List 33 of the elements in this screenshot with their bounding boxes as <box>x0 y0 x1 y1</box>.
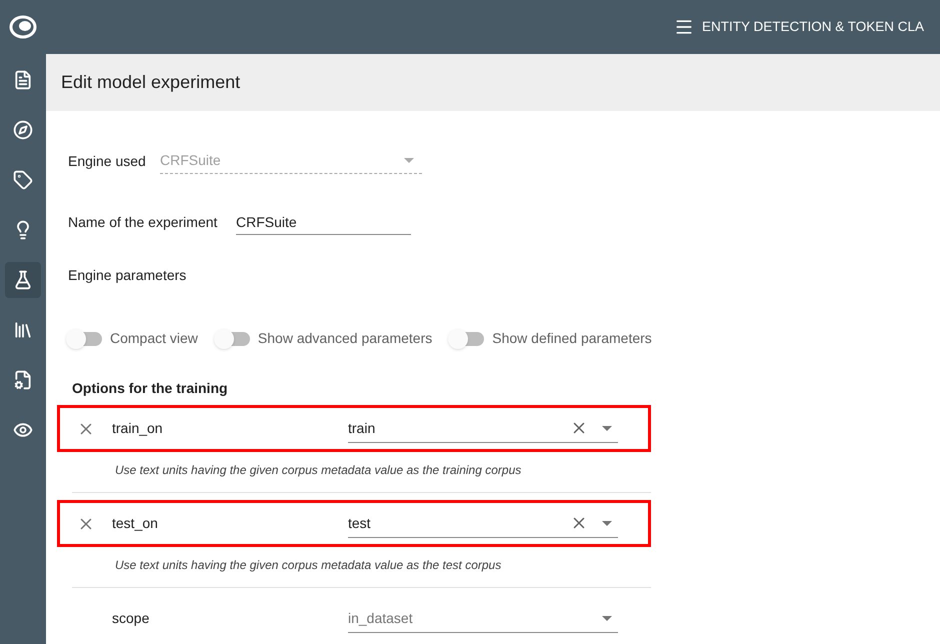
section-title: Options for the training <box>72 379 229 398</box>
toggle-label: Show advanced parameters <box>258 329 432 348</box>
parameter-select[interactable]: test <box>348 510 618 538</box>
caret-icon <box>602 520 612 526</box>
parameter-description: Use text units having the given corpus metadata value as the training corpus <box>115 463 522 477</box>
parameter-select[interactable]: train <box>348 414 618 442</box>
caret-icon <box>602 616 612 620</box>
section-label: Engine parameters <box>68 266 188 285</box>
tag-icon <box>13 170 33 190</box>
sidebar-item[interactable] <box>5 262 41 298</box>
books-icon <box>13 320 33 340</box>
document-icon <box>13 70 33 90</box>
parameter-name: scope <box>112 609 150 628</box>
compass-icon <box>13 120 33 140</box>
field-label: Name of the experiment <box>68 212 218 232</box>
toggle-switch[interactable] <box>216 332 250 346</box>
app-title: ENTITY DETECTION & TOKEN CLA <box>702 18 924 36</box>
name-input[interactable]: CRFSuite <box>236 209 411 235</box>
file-gear-icon <box>13 370 33 390</box>
page-title: Edit model experiment <box>61 71 240 94</box>
parameter-name: train_on <box>112 419 164 438</box>
toggle-switch[interactable] <box>450 332 484 346</box>
parameter-select[interactable]: in_dataset <box>348 604 618 632</box>
caret-icon <box>404 158 414 163</box>
toggle-switch[interactable] <box>68 332 102 346</box>
toggle-label: Compact view <box>110 329 198 348</box>
parameter-description: Use text units having the given corpus metadata value as the test corpus <box>115 558 502 572</box>
flask-icon <box>13 270 33 290</box>
field-label: Engine used <box>68 152 147 171</box>
caret-icon <box>602 426 612 430</box>
parameter-name: test_on <box>112 514 159 533</box>
toggle-label: Show defined parameters <box>492 329 652 348</box>
logo-icon <box>9 15 37 39</box>
